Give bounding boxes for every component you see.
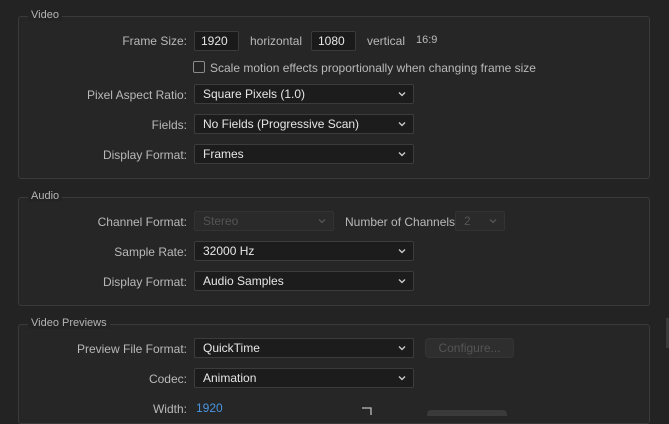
- audio-display-format-value: Audio Samples: [203, 274, 284, 288]
- chevron-down-icon: [398, 122, 406, 127]
- sample-rate-label: Sample Rate:: [114, 245, 187, 259]
- chevron-down-icon: [398, 249, 406, 254]
- chevron-down-icon: [398, 346, 406, 351]
- video-section-title: Video: [28, 9, 62, 21]
- preview-file-format-value: QuickTime: [203, 341, 260, 355]
- preview-file-format-select[interactable]: QuickTime: [194, 338, 414, 358]
- vertical-label: vertical: [367, 34, 406, 48]
- video-display-format-value: Frames: [203, 147, 244, 161]
- chevron-down-icon: [318, 219, 326, 224]
- frame-size-label: Frame Size:: [122, 34, 187, 48]
- fields-value: No Fields (Progressive Scan): [203, 117, 360, 131]
- configure-button[interactable]: Configure...: [425, 338, 514, 358]
- frame-width-input[interactable]: 1920: [194, 31, 239, 51]
- audio-display-format-select[interactable]: Audio Samples: [194, 271, 414, 291]
- sample-rate-value: 32000 Hz: [203, 244, 255, 258]
- channel-format-value: Stereo: [203, 214, 239, 228]
- chevron-down-icon: [489, 219, 497, 224]
- channel-format-select[interactable]: Stereo: [194, 211, 334, 231]
- pixel-aspect-label: Pixel Aspect Ratio:: [86, 88, 187, 102]
- channel-format-label: Channel Format:: [97, 215, 187, 229]
- chevron-down-icon: [398, 92, 406, 97]
- pixel-aspect-select[interactable]: Square Pixels (1.0): [194, 84, 414, 104]
- frame-height-input[interactable]: 1080: [311, 31, 356, 51]
- audio-display-format-label: Display Format:: [102, 275, 187, 289]
- aspect-ratio-text: 16:9: [416, 34, 438, 46]
- preview-button-edge[interactable]: [427, 410, 507, 416]
- scale-motion-label[interactable]: Scale motion effects proportionally when…: [210, 61, 536, 75]
- num-channels-label: Number of Channels:: [345, 215, 459, 229]
- video-display-format-select[interactable]: Frames: [194, 144, 414, 164]
- chevron-down-icon: [398, 152, 406, 157]
- fields-label: Fields:: [151, 118, 187, 132]
- chevron-down-icon: [398, 376, 406, 381]
- codec-select[interactable]: Animation: [194, 368, 414, 388]
- sample-rate-select[interactable]: 32000 Hz: [194, 241, 414, 261]
- chevron-down-icon: [398, 279, 406, 284]
- fields-select[interactable]: No Fields (Progressive Scan): [194, 114, 414, 134]
- video-display-format-label: Display Format:: [102, 148, 187, 162]
- preview-width-value[interactable]: 1920: [196, 401, 223, 415]
- num-channels-value: 2: [464, 214, 471, 228]
- scale-motion-checkbox[interactable]: [193, 61, 205, 73]
- horizontal-label: horizontal: [250, 34, 303, 48]
- video-previews-section-title: Video Previews: [28, 317, 110, 329]
- codec-value: Animation: [203, 371, 257, 385]
- preview-file-format-label: Preview File Format:: [76, 342, 187, 356]
- num-channels-select[interactable]: 2: [455, 211, 505, 231]
- codec-label: Codec:: [148, 372, 187, 386]
- audio-section-title: Audio: [28, 190, 63, 202]
- pixel-aspect-value: Square Pixels (1.0): [203, 87, 306, 101]
